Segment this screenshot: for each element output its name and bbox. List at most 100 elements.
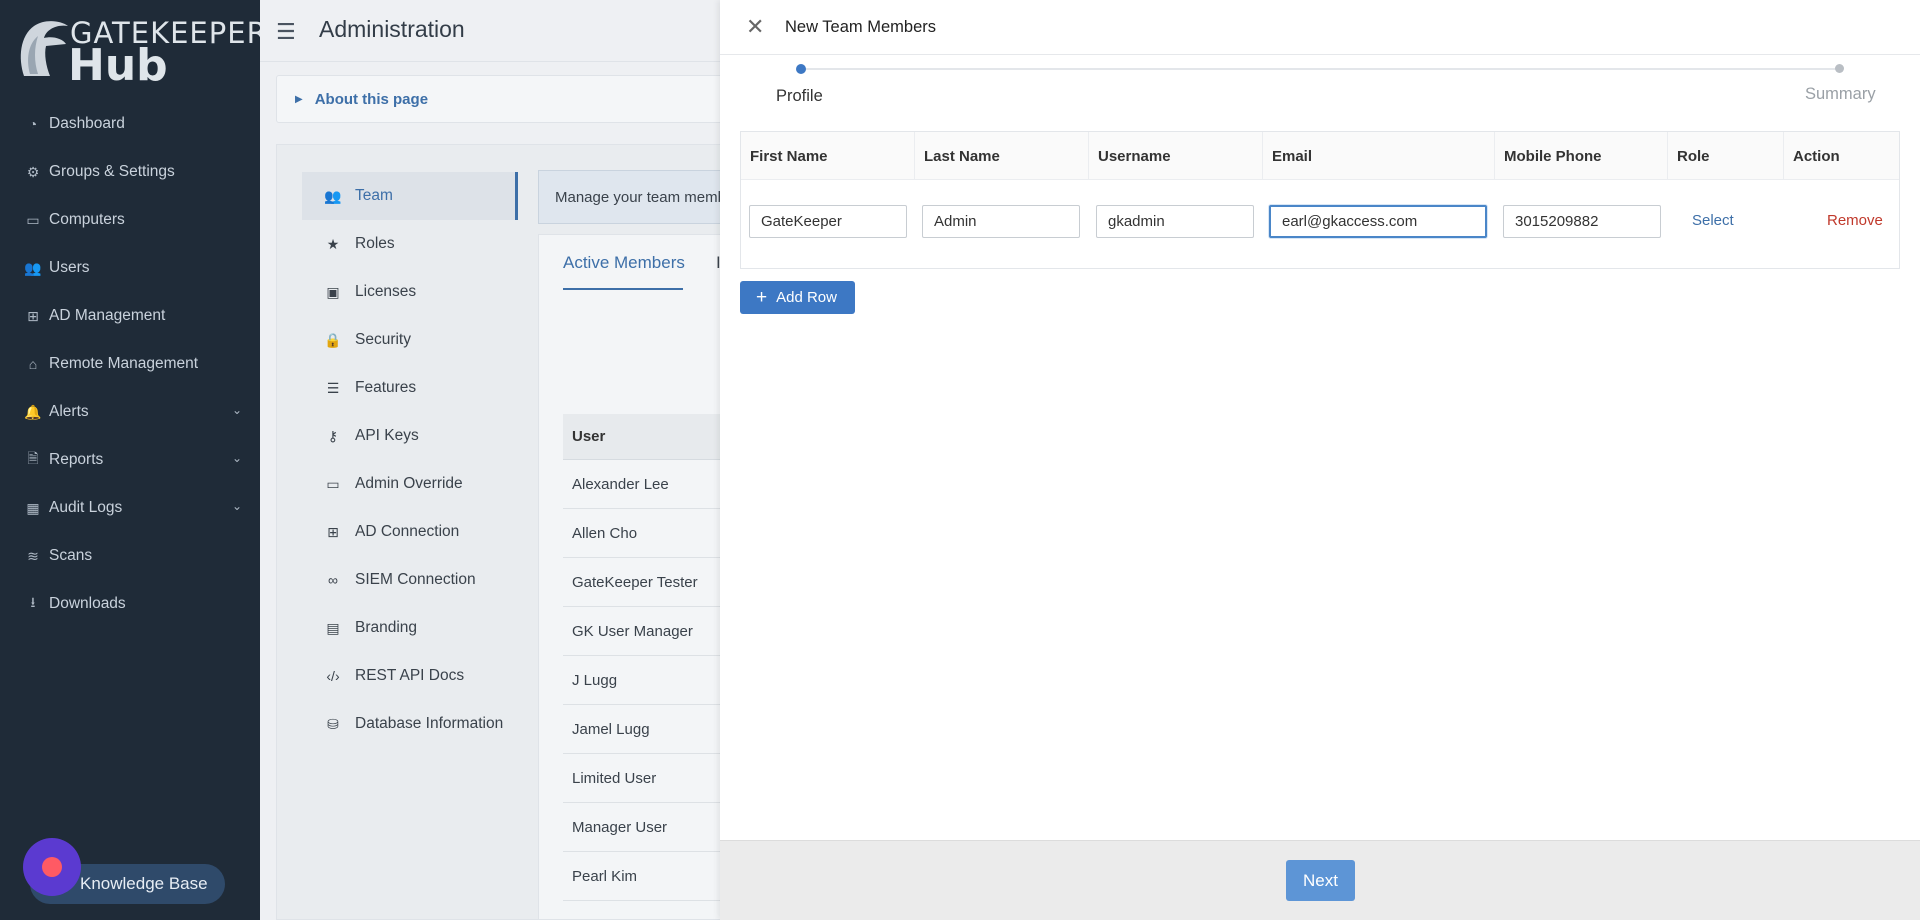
column-role: Role	[1668, 132, 1784, 180]
table-row[interactable]: Limited User	[563, 754, 733, 803]
submenu-item-team[interactable]: 👥 Team	[302, 172, 518, 220]
tab-active-members[interactable]: Active Members	[563, 253, 685, 273]
submenu-item-branding[interactable]: ▤ Branding	[302, 604, 518, 652]
lock-icon: 🔒	[324, 331, 342, 348]
submenu-item-siem-connection[interactable]: ∞ SIEM Connection	[302, 556, 518, 604]
first-name-field[interactable]	[749, 205, 907, 238]
stepper-track	[802, 68, 1839, 70]
table-row[interactable]: Manager User	[563, 803, 733, 852]
submenu-item-database-information[interactable]: ⛁ Database Information	[302, 700, 518, 748]
bell-icon: 🔔	[24, 403, 42, 420]
email-field[interactable]	[1269, 205, 1487, 238]
gears-icon: ⚙	[26, 163, 40, 180]
submenu-item-licenses[interactable]: ▣ Licenses	[302, 268, 518, 316]
table-row[interactable]: GateKeeper Tester	[563, 558, 733, 607]
brand-bottom-text: Hub	[68, 40, 168, 91]
sidebar-item-alerts[interactable]: 🔔 Alerts ⌄	[0, 388, 260, 436]
table-row[interactable]: Allen Cho	[563, 509, 733, 558]
submenu-item-api-keys[interactable]: ⚷ API Keys	[302, 412, 518, 460]
role-select-link[interactable]: Select	[1692, 212, 1734, 229]
submenu-item-label: Database Information	[355, 715, 504, 732]
add-row-button[interactable]: + Add Row	[740, 281, 855, 314]
remove-row-link[interactable]: Remove	[1827, 212, 1883, 229]
sidebar-item-audit-logs[interactable]: ▦ Audit Logs ⌄	[0, 484, 260, 532]
mobile-phone-field[interactable]	[1503, 205, 1661, 238]
last-name-field[interactable]	[922, 205, 1080, 238]
sidebar-item-label: AD Management	[49, 307, 166, 324]
username-field[interactable]	[1096, 205, 1254, 238]
column-email: Email	[1263, 132, 1495, 180]
sidebar-item-remote-management[interactable]: ⌂ Remote Management	[0, 340, 260, 388]
chevron-down-icon: ⌄	[231, 451, 242, 465]
code-icon: ‹/›	[326, 668, 340, 684]
wifi-icon: ≋	[27, 547, 39, 564]
chevron-down-icon: ⌄	[231, 499, 242, 513]
step-label-summary: Summary	[1805, 85, 1876, 103]
new-team-members-drawer: ✕ New Team Members Profile Summary First…	[720, 0, 1920, 920]
new-members-table: First Name Last Name Username Email Mobi…	[740, 131, 1900, 269]
table-row[interactable]: Pearl Kim	[563, 852, 733, 901]
admin-submenu: 👥 Team ★ Roles ▣ Licenses 🔒 Security ☰ F…	[302, 172, 518, 748]
close-icon[interactable]: ✕	[746, 14, 764, 40]
dome-icon: ⌂	[28, 356, 38, 372]
monitor-icon: ▭	[326, 475, 340, 492]
step-dot-profile	[796, 64, 806, 74]
submenu-item-label: Roles	[355, 235, 395, 252]
submenu-item-rest-api-docs[interactable]: ‹/› REST API Docs	[302, 652, 518, 700]
column-first-name: First Name	[741, 132, 915, 180]
sidebar-item-reports[interactable]: 🗎 Reports ⌄	[0, 436, 260, 484]
table-row[interactable]: Jamel Lugg	[563, 705, 733, 754]
submenu-item-label: Security	[355, 331, 411, 348]
menu-toggle-icon[interactable]: ☰	[276, 19, 296, 45]
sidebar-item-computers[interactable]: ▭ Computers	[0, 196, 260, 244]
sidebar-item-label: Reports	[49, 451, 104, 468]
sidebar-item-downloads[interactable]: ⭳ Downloads	[0, 580, 260, 628]
laptop-icon: ▭	[26, 211, 40, 228]
step-dot-summary	[1835, 64, 1844, 73]
sidebar-item-label: Dashboard	[49, 115, 125, 132]
submenu-item-security[interactable]: 🔒 Security	[302, 316, 518, 364]
images-icon: ▤	[326, 619, 340, 636]
next-button[interactable]: Next	[1286, 860, 1355, 901]
submenu-item-label: SIEM Connection	[355, 571, 476, 588]
table-row[interactable]: J Lugg	[563, 656, 733, 705]
submenu-item-ad-connection[interactable]: ⊞ AD Connection	[302, 508, 518, 556]
submenu-item-features[interactable]: ☰ Features	[302, 364, 518, 412]
users-icon: 👥	[324, 187, 342, 204]
table-row[interactable]: GK User Manager	[563, 607, 733, 656]
step-label-profile: Profile	[776, 87, 823, 105]
about-this-page-toggle[interactable]: ▶ About this page	[276, 75, 736, 123]
submenu-item-roles[interactable]: ★ Roles	[302, 220, 518, 268]
drawer-header: ✕ New Team Members	[720, 0, 1920, 55]
sidebar-item-scans[interactable]: ≋ Scans	[0, 532, 260, 580]
sidebar-item-label: Computers	[49, 211, 125, 228]
helmet-logo-icon	[20, 21, 68, 76]
add-row-label: Add Row	[776, 289, 837, 306]
star-icon: ★	[326, 235, 340, 252]
submenu-item-admin-override[interactable]: ▭ Admin Override	[302, 460, 518, 508]
list-icon: ☰	[326, 379, 340, 396]
users-column-header[interactable]: User	[563, 414, 733, 460]
sidebar-item-label: Remote Management	[49, 355, 199, 372]
sidebar-item-dashboard[interactable]: ◔ Dashboard	[0, 100, 260, 148]
book-icon: ▣	[326, 283, 340, 300]
sidebar-item-label: Audit Logs	[49, 499, 123, 516]
table-row[interactable]: Alexander Lee	[563, 460, 733, 509]
submenu-item-label: REST API Docs	[355, 667, 465, 684]
sidebar-item-groups-settings[interactable]: ⚙ Groups & Settings	[0, 148, 260, 196]
about-label: About this page	[314, 90, 429, 108]
submenu-item-label: Team	[355, 187, 393, 204]
submenu-item-label: AD Connection	[355, 523, 460, 540]
column-mobile-phone: Mobile Phone	[1495, 132, 1668, 180]
key-icon: ⚷	[327, 427, 339, 444]
sidebar-item-label: Groups & Settings	[49, 163, 175, 180]
sidebar-item-users[interactable]: 👥 Users	[0, 244, 260, 292]
sidebar-item-label: Users	[49, 259, 90, 276]
gatekeeper-logo[interactable]: GATEKEEPER Hub	[16, 14, 267, 91]
chat-launcher-button[interactable]	[23, 838, 81, 896]
drawer-title: New Team Members	[785, 18, 936, 36]
sidebar-item-ad-management[interactable]: ⊞ AD Management	[0, 292, 260, 340]
download-icon: ⭳	[30, 594, 36, 610]
page-title: Administration	[319, 16, 465, 42]
windows-icon: ⊞	[327, 523, 339, 540]
